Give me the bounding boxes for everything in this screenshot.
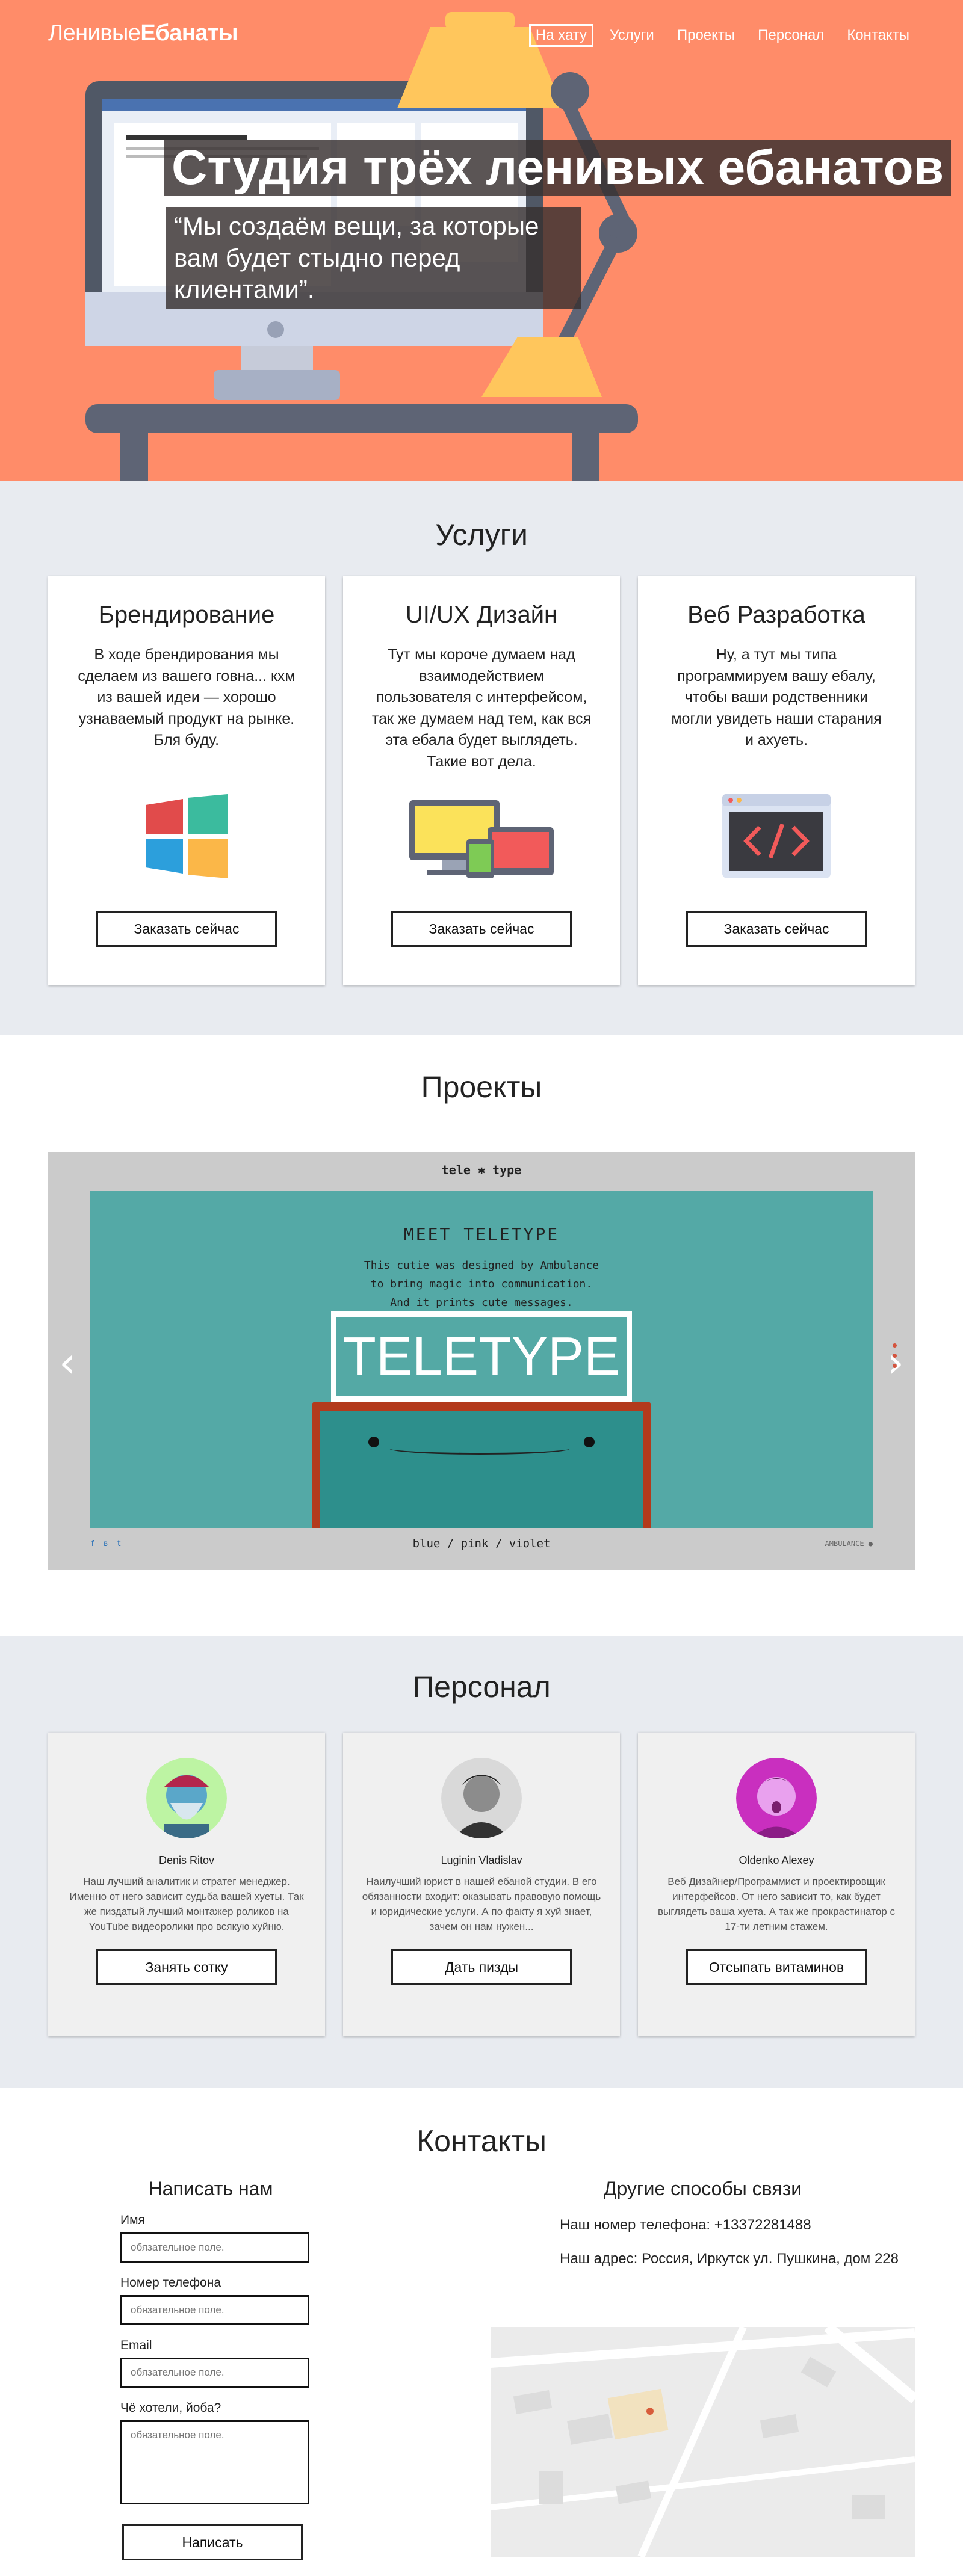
service-title: Веб Разработка	[687, 602, 865, 628]
nav-contacts[interactable]: Контакты	[840, 24, 916, 47]
service-text: Ну, а тут мы типа программируем вашу еба…	[671, 646, 882, 748]
staff-card: Oldenko Alexey Веб Дизайнер/Программист …	[638, 1733, 915, 2036]
logo-light-text: Ленивые	[48, 20, 141, 46]
slide-image: MEET TELETYPE This cutie was designed by…	[90, 1191, 873, 1528]
staff-text: Наилучший юрист в нашей ебаной студии. В…	[362, 1876, 601, 1932]
staff-text: Веб Дизайнер/Программист и проектировщик…	[658, 1876, 895, 1932]
service-title: Брендирование	[98, 602, 275, 628]
contacts-section: Контакты Написать нам Имя Номер телефона…	[0, 2088, 963, 2576]
service-card-branding: Брендирование В ходе брендирования мы сд…	[48, 576, 325, 985]
phone-text: Наш номер телефона: +13372281488	[560, 2217, 811, 2233]
form-title: Написать нам	[148, 2178, 273, 2199]
slide-footer: f в t blue / pink / violet AMBULANCE ●	[90, 1532, 873, 1556]
order-button[interactable]: Заказать сейчас	[686, 911, 867, 947]
slide-desc-line: And it prints cute messages.	[390, 1296, 573, 1309]
phone-field[interactable]	[120, 2295, 309, 2325]
mouth-icon	[389, 1443, 570, 1455]
map-pin-icon	[646, 2408, 654, 2415]
slider-dot[interactable]	[893, 1364, 897, 1368]
phone-label: Номер телефона	[120, 2276, 221, 2290]
nav-services[interactable]: Услуги	[603, 24, 661, 47]
avatar	[736, 1758, 817, 1838]
address-text: Наш адрес: Россия, Иркутск ул. Пушкина, …	[560, 2251, 899, 2267]
slide-desc-line: to bring magic into communication.	[370, 1278, 593, 1290]
message-field[interactable]	[120, 2420, 309, 2504]
message-label: Чё хотели, йоба?	[120, 2401, 221, 2415]
name-label: Имя	[120, 2213, 145, 2227]
email-field[interactable]	[120, 2358, 309, 2388]
windows-logo-icon	[146, 794, 228, 878]
slide-desc-line: This cutie was designed by Ambulance	[364, 1259, 599, 1272]
main-nav: На хату Услуги Проекты Персонал Контакты	[528, 24, 916, 47]
avatar	[441, 1758, 522, 1838]
services-heading: Услуги	[435, 518, 528, 552]
avatar	[146, 1758, 227, 1838]
hero-title: Студия трёх ленивых ебанатов	[164, 140, 952, 197]
slide-title-box: TELETYPE	[331, 1311, 632, 1402]
devices-icon	[409, 800, 554, 878]
staff-name: Denis Ritov	[158, 1854, 215, 1866]
service-text: Тут мы короче думаем над взаимодействием…	[371, 646, 592, 770]
contact-info: Другие способы связи Наш номер телефона:…	[491, 2178, 915, 2557]
slide-credit: AMBULANCE ●	[825, 1539, 873, 1548]
hero-subtitle: “Мы создаём вещи, за которые вам будет с…	[166, 207, 581, 309]
staff-text: Наш лучший аналитик и стратег менеджер. …	[69, 1876, 304, 1932]
staff-section: Персонал Denis Ritov Наш лучший аналитик…	[0, 1636, 963, 2088]
nav-home[interactable]: На хату	[528, 24, 594, 47]
contact-form: Написать нам Имя Номер телефона Email Чё…	[120, 2178, 309, 2560]
name-field[interactable]	[120, 2232, 309, 2263]
hero-section: ЛенивыеЕбанаты На хату Услуги Проекты Пе…	[0, 0, 963, 481]
code-window-icon	[722, 794, 831, 878]
slide-meet-text: MEET TELETYPE	[403, 1224, 560, 1244]
services-section: Услуги Брендирование В ходе брендировани…	[0, 481, 963, 1035]
teletype-machine	[312, 1402, 651, 1528]
staff-action-button[interactable]: Отсыпать витаминов	[686, 1949, 867, 1985]
staff-action-button[interactable]: Дать пизды	[391, 1949, 572, 1985]
service-card-uiux: UI/UX Дизайн Тут мы короче думаем над вз…	[343, 576, 620, 985]
slide-colors: blue / pink / violet	[412, 1537, 551, 1550]
teletype-logo: tele ✱ type	[441, 1163, 522, 1177]
slider-dot[interactable]	[893, 1343, 897, 1348]
slide-description: This cutie was designed by Ambulance to …	[90, 1256, 873, 1312]
nav-staff[interactable]: Персонал	[751, 24, 831, 47]
projects-section: Проекты tele ✱ type MEET TELETYPE This c…	[0, 1035, 963, 1636]
service-card-webdev: Веб Разработка Ну, а тут мы типа програм…	[638, 576, 915, 985]
site-logo[interactable]: ЛенивыеЕбанаты	[48, 20, 238, 46]
order-button[interactable]: Заказать сейчас	[96, 911, 277, 947]
slider-dots	[893, 1343, 897, 1368]
staff-card: Luginin Vladislav Наилучший юрист в наше…	[343, 1733, 620, 2036]
service-title: UI/UX Дизайн	[405, 602, 558, 628]
eye-icon	[584, 1437, 595, 1447]
project-slider[interactable]: tele ✱ type MEET TELETYPE This cutie was…	[48, 1152, 915, 1570]
staff-card: Denis Ritov Наш лучший аналитик и страте…	[48, 1733, 325, 2036]
eye-icon	[368, 1437, 379, 1447]
logo-bold-text: Ебанаты	[140, 20, 238, 46]
nav-projects[interactable]: Проекты	[670, 24, 742, 47]
slider-dot[interactable]	[893, 1354, 897, 1358]
slider-prev-icon[interactable]: ‹	[59, 1342, 76, 1384]
map[interactable]	[491, 2327, 915, 2557]
staff-name: Oldenko Alexey	[739, 1854, 814, 1866]
other-contacts-title: Другие способы связи	[603, 2178, 802, 2199]
email-label: Email	[120, 2338, 152, 2352]
staff-name: Luginin Vladislav	[441, 1854, 522, 1866]
service-text: В ходе брендирования мы сделаем из вашег…	[78, 646, 296, 748]
order-button[interactable]: Заказать сейчас	[391, 911, 572, 947]
contacts-heading: Контакты	[416, 2124, 547, 2158]
staff-heading: Персонал	[412, 1670, 551, 1704]
staff-action-button[interactable]: Занять сотку	[96, 1949, 277, 1985]
submit-button[interactable]: Написать	[122, 2524, 303, 2560]
projects-heading: Проекты	[421, 1070, 542, 1104]
